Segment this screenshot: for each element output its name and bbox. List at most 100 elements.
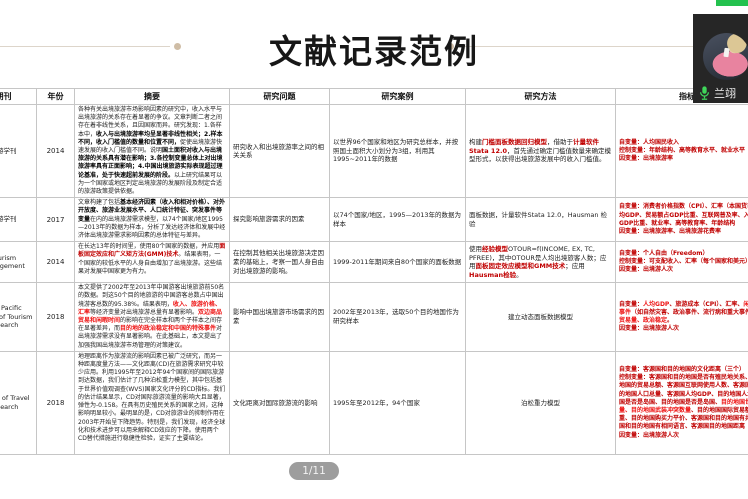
literature-table: 期刊年份摘要研究问题研究案例研究方法指标（变量） 旅游学刊2014各种有关出境旅…	[0, 88, 748, 455]
table-row: 旅游学刊2014各种有关出境旅游市场影响因素的研究中，收入水平与出境旅游的关系存…	[0, 105, 748, 198]
cell-year: 2014	[37, 242, 75, 283]
cell-indicator: 自变量：人均国民收入控制变量：年龄结构、高等教育水平、就业水平因变量：出境旅游率	[616, 105, 748, 198]
cell-journal: Tourism Management	[0, 242, 37, 283]
cell-question: 在控制其他相关出境旅游决定因素的基础上，考察一国人身自由对出境旅游的影响。	[230, 242, 330, 283]
table-header-row: 期刊年份摘要研究问题研究案例研究方法指标（变量）	[0, 89, 748, 105]
indicator-line: 自变量：客源国和目的地国的文化距离（三个）	[619, 366, 748, 374]
table-body: 旅游学刊2014各种有关出境旅游市场影响因素的研究中，收入水平与出境旅游的关系存…	[0, 105, 748, 455]
column-header: 期刊	[0, 89, 37, 105]
indicator-line: 因变量：出境旅游人次	[619, 325, 748, 333]
text-segment: 。	[516, 271, 523, 279]
microphone-icon	[699, 86, 710, 100]
text-segment: 控制变量：可支配收入、汇率（每个国家和美元）、旅行成本	[619, 258, 748, 265]
text-segment: 闲暇时间	[743, 301, 748, 308]
table-row: 旅游学刊2017文章构建了包括基本经济因素（收入和相对价格）、对外开放度、旅游业…	[0, 198, 748, 242]
cell-case: 以世界96个国家和地区为研究总样本，并按照国土面积大小划分为3组，利用其1995…	[330, 105, 466, 198]
cell-journal: Journal of Travel Research	[0, 351, 37, 454]
cell-indicator: 自变量：消费者价格指数（CPI）、汇率（本国货币兑美元）、人均GDP、贸易额占G…	[616, 198, 748, 242]
text-segment: 构建	[469, 138, 482, 146]
text-segment: 文章构建了包括	[78, 199, 120, 206]
cell-abstract: 本文提供了2002年至2013年中国游客出境旅游前50名的数据。到这50个目的地…	[75, 283, 230, 352]
column-header: 研究案例	[330, 89, 466, 105]
text-segment: 目的地的政治稳定和中国的特殊事件	[120, 325, 216, 332]
text-segment: 在长达13年的时间里，使用80个国家的数据，并应用	[78, 243, 219, 250]
text-segment: 面板数据，计量软件Stata 12.0，Hausman 检验	[469, 211, 607, 228]
column-header: 摘要	[75, 89, 230, 105]
participant-avatar	[703, 33, 748, 80]
text-segment: 人均GDP	[643, 301, 669, 308]
cell-question: 探究影响旅游需求的因素	[230, 198, 330, 242]
text-segment: 自变量：个人自由（Freedom）	[619, 250, 708, 257]
text-segment: 使用	[469, 245, 482, 253]
indicator-line: 因变量：出境游人次	[619, 266, 748, 274]
text-segment: 自变量：客源国和目的地国的文化距离（三个）	[619, 366, 745, 373]
indicator-line: 控制变量：年龄结构、高等教育水平、就业水平	[619, 147, 748, 155]
text-segment: 等经济变量对出境旅游总量有显著影响。	[90, 309, 198, 316]
text-segment: 地理距离作为旅游流的影响因素已被广泛研究，而另一种距离度量方法——文化距离(CD…	[78, 353, 225, 442]
cell-journal: 旅游学刊	[0, 105, 37, 198]
participant-name: 兰翊	[714, 85, 736, 101]
text-segment: 自变量：人均国民收入	[619, 139, 679, 146]
page-indicator: 1/11	[289, 462, 339, 480]
cell-abstract: 地理距离作为旅游流的影响因素已被广泛研究，而另一种距离度量方法——文化距离(CD…	[75, 351, 230, 454]
cell-question: 文化距离对国际旅游流的影响	[230, 351, 330, 454]
text-segment: 控制变量：年龄结构、高等教育水平、就业水平	[619, 147, 745, 154]
cell-question: 影响中国出境旅游市场需求的因素	[230, 283, 330, 352]
cell-case: 以74个国家/地区，1995—2013年的数据为样本	[330, 198, 466, 242]
indicator-line: 因变量：出境旅游率	[619, 155, 748, 163]
cell-method: 泊松重力模型	[466, 351, 616, 454]
table-row: Journal of Travel Research2018地理距离作为旅游流的…	[0, 351, 748, 454]
text-segment: （如自然灾害、政治事件、流行病和重大事件）、	[631, 309, 748, 316]
cell-abstract: 文章构建了包括基本经济因素（收入和相对价格）、对外开放度、旅游业发展水平、人口统…	[75, 198, 230, 242]
cell-method: 构建门槛面板数据回归模型，借助于计量软件Stata 12.0，首先通过确定门槛值…	[466, 105, 616, 198]
text-segment: 在内的出境旅游需求模型，以74个国家/地区1995—2013年的数据为样本，分析…	[78, 216, 225, 239]
cell-year: 2017	[37, 198, 75, 242]
indicator-line: 因变量：出境旅游人次	[619, 432, 748, 440]
table-row: Asia Pacific Journal of Tourism Research…	[0, 283, 748, 352]
indicator-line: 自变量：个人自由（Freedom）	[619, 250, 748, 258]
text-segment: 门槛面板数据回归模型	[482, 138, 547, 146]
table-row: Tourism Management2014在长达13年的时间里，使用80个国家…	[0, 242, 748, 283]
indicator-line: 因变量：出境旅游率、出境旅游花费率	[619, 228, 748, 236]
text-segment: 因变量：出境旅游人次	[619, 325, 679, 332]
cell-indicator: 自变量：个人自由（Freedom）控制变量：可支配收入、汇率（每个国家和美元）、…	[616, 242, 748, 283]
cell-journal: 旅游学刊	[0, 198, 37, 242]
cell-case: 1995年至2012年，94个国家	[330, 351, 466, 454]
cell-journal: Asia Pacific Journal of Tourism Research	[0, 283, 37, 352]
text-segment: 面板固定效应模型和GMM技术	[476, 262, 566, 270]
cell-method: 使用经验模型OTOUR=f(INCOME, EX, TC, PFREE)，其中O…	[466, 242, 616, 283]
indicator-line: 控制变量：客源国和目的地国是否有殖民地关系、客源国和目的地国的贸易总额、客源国互…	[619, 374, 748, 431]
indicator-line: 自变量：人均国民收入	[619, 139, 748, 147]
text-segment: Hausman检验	[469, 271, 516, 279]
cell-abstract: 在长达13年的时间里，使用80个国家的数据，并应用面板固定效应和广义矩方法(GM…	[75, 242, 230, 283]
text-segment: 泊松重力模型	[521, 399, 560, 407]
text-segment: 因变量：出境游人次	[619, 266, 673, 273]
text-segment: 自变量：消费者价格指数（CPI）、汇率（本国货币兑美元）、人均GDP、贸易额占G…	[619, 203, 748, 226]
cell-year: 2018	[37, 283, 75, 352]
cell-year: 2018	[37, 351, 75, 454]
column-header: 年份	[37, 89, 75, 105]
text-segment: 因变量：出境旅游率、出境旅游花费率	[619, 228, 721, 235]
cell-abstract: 各种有关出境旅游市场影响因素的研究中，收入水平与出境旅游的关系存在着显著的争议。…	[75, 105, 230, 198]
text-segment: 建立动态面板数据模型	[508, 313, 573, 321]
cell-year: 2014	[37, 105, 75, 198]
participant-footer: 兰翊	[693, 85, 748, 101]
text-segment: 。	[667, 317, 673, 324]
phone-in-selfie	[723, 48, 729, 58]
column-header: 研究问题	[230, 89, 330, 105]
cell-method: 面板数据，计量软件Stata 12.0，Hausman 检验	[466, 198, 616, 242]
cell-indicator: 自变量：人均GDP、旅游成本（CPI）、汇率、闲暇时间、特殊事件（如自然灾害、政…	[616, 283, 748, 352]
indicator-line: 自变量：消费者价格指数（CPI）、汇率（本国货币兑美元）、人均GDP、贸易额占G…	[619, 203, 748, 228]
slide-title: 文献记录范例	[0, 25, 748, 73]
cell-question: 研究收入和出境旅游率之间的相关关系	[230, 105, 330, 198]
indicator-line: 自变量：人均GDP、旅游成本（CPI）、汇率、闲暇时间、特殊事件（如自然灾害、政…	[619, 301, 748, 326]
text-segment: 因变量：出境旅游人次	[619, 432, 679, 439]
text-segment: 、旅游成本（CPI）、汇率、	[669, 301, 743, 308]
column-header: 研究方法	[466, 89, 616, 105]
participant-video-tile[interactable]: 兰翊	[693, 14, 748, 103]
text-segment: ；应用	[565, 262, 585, 270]
text-segment: 因变量：出境旅游率	[619, 155, 673, 162]
text-segment: 经验模型	[482, 245, 508, 253]
cell-case: 2002年至2013年，选取50个目的地国作为研究样本	[330, 283, 466, 352]
text-segment: 自变量：	[619, 301, 643, 308]
